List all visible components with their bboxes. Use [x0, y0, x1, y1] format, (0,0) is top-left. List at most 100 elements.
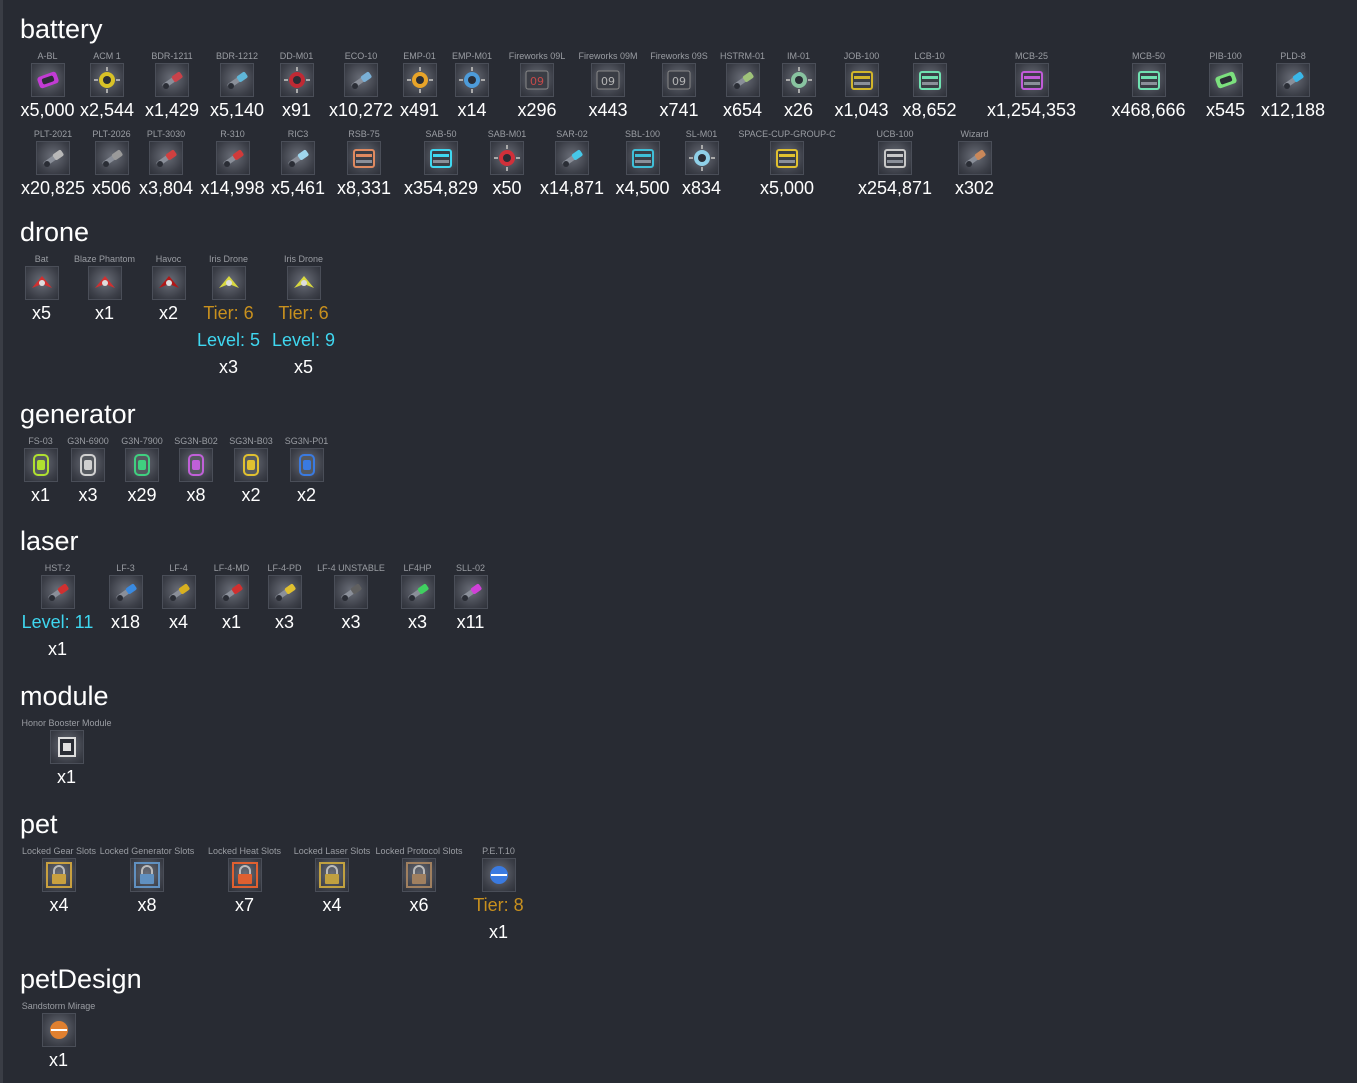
item-quantity: x5,140 — [209, 100, 265, 120]
inventory-item[interactable]: UCB-100 x254,871 — [846, 129, 944, 198]
rocket-r310-icon — [215, 141, 250, 175]
inventory-item[interactable]: Locked Protocol Slots x6 — [371, 846, 467, 915]
inventory-item[interactable]: PLD-8 x12,188 — [1256, 51, 1330, 120]
inventory-item[interactable]: Blaze Phantom x1 — [63, 254, 146, 323]
item-row: A-BL x5,000 ACM 1 x2,544 BDR-1211 x1,429 BDR-1… — [20, 51, 1330, 120]
inventory-item[interactable]: Fireworks 09M 09 x443 — [571, 51, 645, 120]
item-name-label: Locked Protocol Slots — [375, 846, 463, 856]
inventory-item[interactable]: SAB-50 x354,829 — [402, 129, 480, 198]
item-quantity: x20,825 — [20, 178, 86, 198]
inventory-item[interactable]: LF-4-PD x3 — [262, 563, 307, 632]
inventory-item[interactable]: LCB-10 x8,652 — [898, 51, 961, 120]
inventory-item[interactable]: SAB-M01 x50 — [480, 129, 534, 198]
inventory-item[interactable]: Honor Booster Module x1 — [20, 718, 113, 787]
item-name-label: Fireworks 09M — [578, 51, 638, 61]
inventory-item[interactable]: Havoc x2 — [146, 254, 191, 323]
item-quantity: x1,043 — [834, 100, 889, 120]
inventory-item[interactable]: ACM 1 x2,544 — [75, 51, 139, 120]
inventory-item[interactable]: LF-3 x18 — [95, 563, 156, 632]
inventory-item[interactable]: EMP-01 x491 — [398, 51, 441, 120]
inventory-item[interactable]: FS-03 x1 — [20, 436, 61, 505]
inventory-item[interactable]: Locked Gear Slots x4 — [20, 846, 98, 915]
inventory-item[interactable]: SAR-02 x14,871 — [534, 129, 610, 198]
inventory-item[interactable]: Fireworks 09S 09 x741 — [645, 51, 713, 120]
inventory-item[interactable]: SG3N-P01 x2 — [279, 436, 334, 505]
item-name-label: Fireworks 09L — [508, 51, 566, 61]
inventory-item[interactable]: SBL-100 x4,500 — [610, 129, 675, 198]
inventory-item[interactable]: SPACE-CUP-GROUP-C x5,000 — [728, 129, 846, 198]
item-row: HST-2 Level: 11 x1 LF-3 x18 LF-4 x4 LF-4-MD x1 LF… — [20, 563, 501, 659]
item-quantity: x4,500 — [615, 178, 670, 198]
category-title: laser — [20, 526, 79, 556]
item-quantity: x468,666 — [1111, 100, 1186, 120]
item-quantity: x1 — [47, 639, 67, 659]
item-name-label: RIC3 — [287, 129, 309, 139]
crate-lcb10-icon — [912, 63, 947, 97]
inventory-item[interactable]: BDR-1212 x5,140 — [205, 51, 269, 120]
item-level: Level: 11 — [21, 612, 94, 632]
item-quantity: x3 — [407, 612, 427, 632]
item-name-label: Fireworks 09S — [650, 51, 708, 61]
lock-generator-icon — [130, 858, 164, 892]
rocket-pld8-icon — [1276, 63, 1310, 97]
inventory-item[interactable]: ECO-10 x10,272 — [324, 51, 398, 120]
inventory-item[interactable]: JOB-100 x1,043 — [825, 51, 898, 120]
fireworks-medium-icon: 09 — [591, 63, 625, 97]
inventory-item[interactable]: Locked Laser Slots x4 — [293, 846, 371, 915]
item-name-label: HST-2 — [44, 563, 71, 573]
inventory-item[interactable]: SL-M01 x834 — [675, 129, 728, 198]
inventory-item[interactable]: SG3N-B03 x2 — [223, 436, 279, 505]
item-tier: Tier: 6 — [203, 303, 254, 323]
inventory-item[interactable]: BDR-1211 x1,429 — [139, 51, 205, 120]
item-quantity: x5,461 — [270, 178, 326, 198]
inventory-item[interactable]: Sandstorm Mirage x1 — [20, 1001, 97, 1070]
mine-acm-icon — [90, 63, 124, 97]
inventory-item[interactable]: RIC3 x5,461 — [270, 129, 326, 198]
inventory-item[interactable]: P.E.T.10 Tier: 8 x1 — [467, 846, 530, 942]
inventory-item[interactable]: Iris Drone Tier: 6 Level: 5 x3 — [191, 254, 266, 377]
inventory-item[interactable]: Locked Generator Slots x8 — [98, 846, 196, 915]
inventory-item[interactable]: HST-2 Level: 11 x1 — [20, 563, 95, 659]
lock-heat-icon — [227, 858, 262, 892]
rocket-hstrm-icon — [725, 63, 760, 97]
inventory-item[interactable]: LF4HP x3 — [395, 563, 440, 632]
item-name-label: JOB-100 — [843, 51, 880, 61]
lock-laser-icon — [315, 858, 349, 892]
inventory-item[interactable]: Iris Drone Tier: 6 Level: 9 x5 — [266, 254, 341, 377]
inventory-item[interactable]: SLL-02 x11 — [440, 563, 501, 632]
inventory-item[interactable]: Bat x5 — [20, 254, 63, 323]
inventory-item[interactable]: Locked Heat Slots x7 — [196, 846, 293, 915]
inventory-item[interactable]: IM-01 x26 — [772, 51, 825, 120]
inventory-item[interactable]: A-BL x5,000 — [20, 51, 75, 120]
inventory-item[interactable]: HSTRM-01 x654 — [713, 51, 772, 120]
fireworks-large-icon: 09 — [520, 63, 554, 97]
inventory-item[interactable]: PIB-100 x545 — [1195, 51, 1256, 120]
category-title: pet — [20, 809, 58, 839]
rocket-ric3-icon — [281, 141, 315, 175]
inventory-item[interactable]: Fireworks 09L 09 x296 — [503, 51, 571, 120]
inventory-item[interactable]: G3N-6900 x3 — [61, 436, 115, 505]
item-name-label: MCB-25 — [1014, 51, 1048, 61]
inventory-item[interactable]: RSB-75 x8,331 — [326, 129, 402, 198]
item-name-label: SBL-100 — [624, 129, 661, 139]
generator-fs03-icon — [23, 448, 58, 482]
inventory-item[interactable]: LF-4 x4 — [156, 563, 201, 632]
inventory-item[interactable]: LF-4-MD x1 — [201, 563, 262, 632]
item-quantity: x50 — [492, 178, 522, 198]
inventory-item[interactable]: EMP-M01 x14 — [441, 51, 503, 120]
battery-abl-icon — [30, 63, 65, 97]
inventory-item[interactable]: MCB-50 x468,666 — [1102, 51, 1195, 120]
inventory-item[interactable]: DD-M01 x91 — [269, 51, 324, 120]
inventory-item[interactable]: SG3N-B02 x8 — [169, 436, 223, 505]
inventory-item[interactable]: PLT-2026 x506 — [86, 129, 137, 198]
inventory-item[interactable]: MCB-25 x1,254,353 — [961, 51, 1102, 120]
inventory-item[interactable]: PLT-2021 x20,825 — [20, 129, 86, 198]
item-quantity: x443 — [588, 100, 628, 120]
inventory-item[interactable]: LF-4 UNSTABLE x3 — [307, 563, 395, 632]
inventory-item[interactable]: G3N-7900 x29 — [115, 436, 169, 505]
item-quantity: x29 — [127, 485, 157, 505]
inventory-item[interactable]: Wizard x302 — [944, 129, 1005, 198]
inventory-item[interactable]: R-310 x14,998 — [195, 129, 270, 198]
inventory-item[interactable]: PLT-3030 x3,804 — [137, 129, 195, 198]
item-name-label: LF-4-MD — [213, 563, 250, 573]
